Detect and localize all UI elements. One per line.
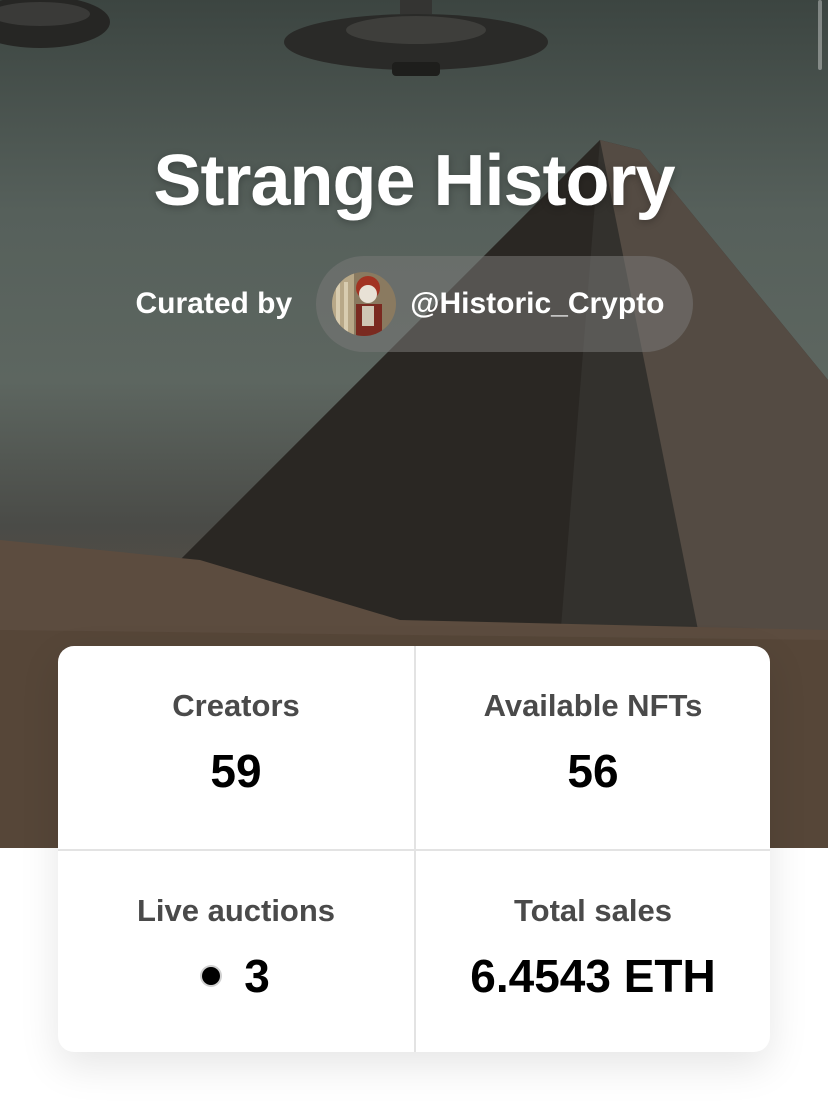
curator-avatar <box>332 272 397 336</box>
stat-total-sales-value: 6.4543 ETH <box>470 950 716 1002</box>
stat-available-nfts-label: Available NFTs <box>483 688 703 723</box>
curated-by-label: Curated by <box>135 287 293 320</box>
curator-profile-link[interactable]: @Historic_Crypto <box>316 256 693 352</box>
stat-available-nfts-value: 56 <box>567 745 619 797</box>
collection-title: Strange History <box>153 141 675 221</box>
scrollbar[interactable] <box>818 0 822 70</box>
stat-live-auctions-value-row: 3 <box>202 949 270 1003</box>
stat-total-sales: Total sales 6.4543 ETH <box>414 849 770 1052</box>
curator-handle: @Historic_Crypto <box>410 287 665 320</box>
stat-total-sales-label: Total sales <box>514 893 672 928</box>
live-indicator-icon <box>202 967 221 985</box>
stat-live-auctions-value: 3 <box>244 950 270 1002</box>
collection-stats-card: Creators 59 Available NFTs 56 Live aucti… <box>58 646 770 1052</box>
stat-creators-label: Creators <box>172 688 300 723</box>
stat-live-auctions: Live auctions 3 <box>58 849 414 1052</box>
stat-available-nfts: Available NFTs 56 <box>414 646 770 849</box>
collection-page: Strange History Curated by @Historic_Cry… <box>0 0 828 1119</box>
curated-by-row: Curated by @Historic_Crypto <box>0 256 828 352</box>
stat-creators-value: 59 <box>210 745 262 797</box>
stat-creators: Creators 59 <box>58 646 414 849</box>
stat-live-auctions-label: Live auctions <box>136 893 336 928</box>
